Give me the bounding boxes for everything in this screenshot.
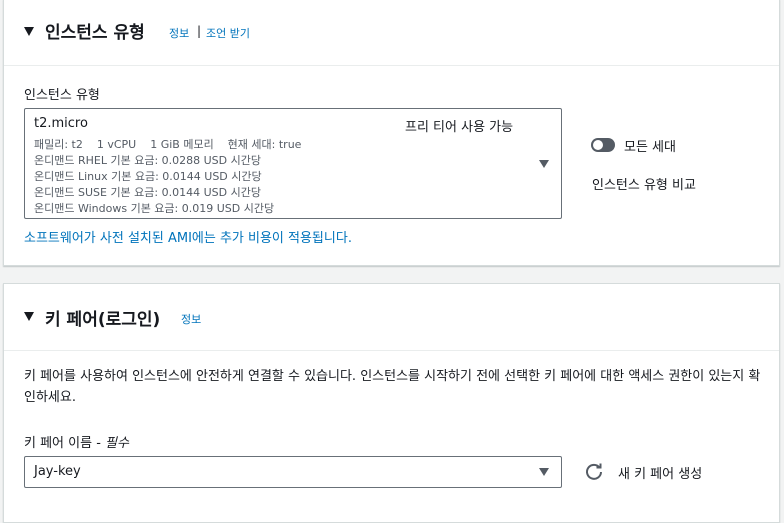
dropdown-arrow-icon[interactable] [539, 160, 549, 168]
pricing-line: 온디맨드 RHEL 기본 요금: 0.0288 USD 시간당 [34, 154, 261, 167]
instance-type-field-label: 인스턴스 유형 [24, 88, 100, 103]
info-link[interactable]: 정보 [169, 25, 189, 41]
dropdown-arrow-icon[interactable] [539, 468, 549, 476]
pricing-line: 온디맨드 Windows 기본 요금: 0.019 USD 시간당 [34, 202, 275, 215]
refresh-icon[interactable] [583, 460, 605, 482]
create-key-pair-link[interactable]: 새 키 페어 생성 [618, 463, 702, 482]
all-generations-label: 모든 세대 [624, 140, 676, 155]
key-pair-field-label: 키 페어 이름 - 필수 [24, 436, 129, 451]
key-pair-panel: 키 페어(로그인) 정보 키 페어를 사용하여 인스턴스에 안전하게 연결할 수… [3, 283, 780, 523]
key-pair-description: 키 페어를 사용하여 인스턴스에 안전하게 연결할 수 있습니다. 인스턴스를 … [24, 369, 761, 405]
caret-down-icon[interactable] [24, 312, 34, 321]
instance-type-panel: 인스턴스 유형 정보 | 조언 받기 인스턴스 유형 t2.micro 프리 티… [3, 0, 780, 266]
advice-link[interactable]: 조언 받기 [206, 25, 250, 41]
all-generations-toggle[interactable] [591, 138, 615, 152]
instance-type-header[interactable]: 인스턴스 유형 정보 | 조언 받기 [4, 0, 779, 66]
pricing-line: 온디맨드 SUSE 기본 요금: 0.0144 USD 시간당 [34, 186, 261, 199]
section-title: 키 페어(로그인) [45, 310, 161, 330]
instance-spec-line: 패밀리: t2 1 vCPU 1 GiB 메모리 현재 세대: true [34, 138, 302, 151]
link-separator: | [197, 24, 202, 38]
instance-type-name: t2.micro [34, 116, 88, 131]
compare-instance-types-link[interactable]: 인스턴스 유형 비교 [592, 174, 696, 193]
key-pair-select[interactable]: Jay-key [24, 456, 562, 488]
ami-cost-note: 소프트웨어가 사전 설치된 AMI에는 추가 비용이 적용됩니다. [24, 231, 352, 246]
section-title: 인스턴스 유형 [45, 23, 145, 43]
caret-down-icon[interactable] [24, 27, 34, 36]
instance-type-select[interactable]: t2.micro 프리 티어 사용 가능 패밀리: t2 1 vCPU 1 Gi… [24, 108, 562, 219]
free-tier-label: 프리 티어 사용 가능 [405, 120, 514, 135]
key-pair-header[interactable]: 키 페어(로그인) 정보 [4, 284, 779, 351]
info-link[interactable]: 정보 [181, 311, 201, 327]
required-label: 필수 [105, 436, 129, 451]
pricing-line: 온디맨드 Linux 기본 요금: 0.0144 USD 시간당 [34, 170, 262, 183]
selected-key-pair: Jay-key [34, 464, 81, 479]
